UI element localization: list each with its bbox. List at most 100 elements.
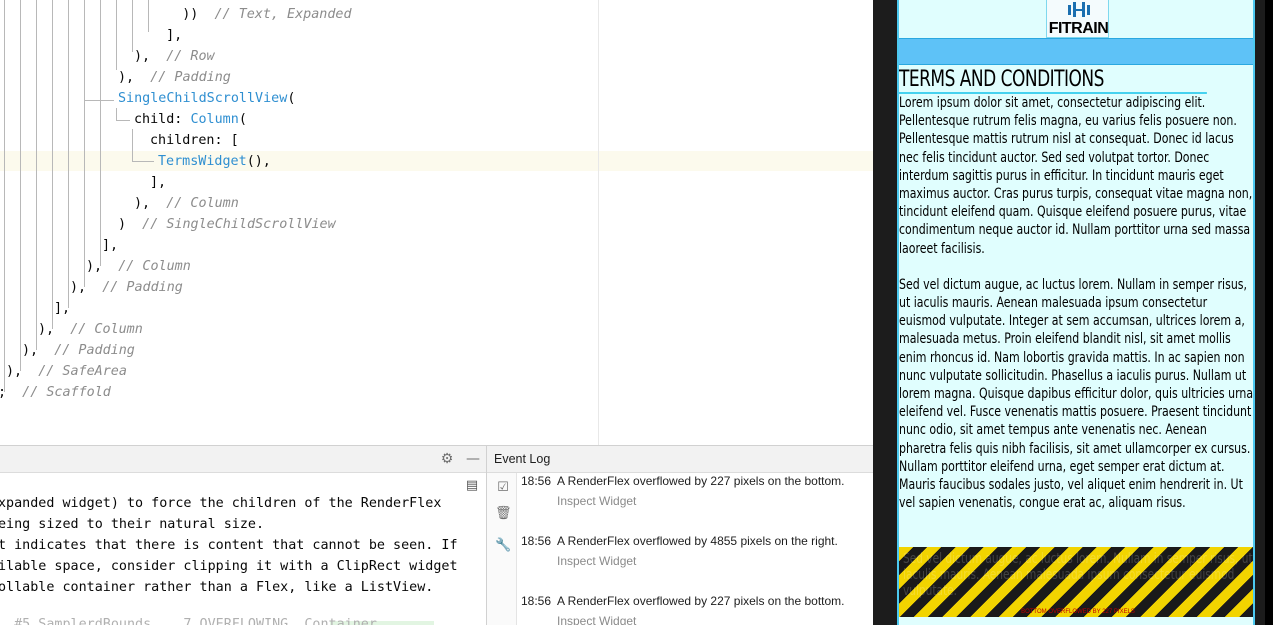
event-log-title: Event Log [494, 452, 551, 466]
code-text: children: [ [150, 133, 239, 148]
code-line: children: [ [150, 130, 239, 151]
indent-guide [100, 0, 101, 266]
log-entry: 18:56 A RenderFlex overflowed by 227 pix… [521, 594, 871, 625]
code-text: ], [150, 175, 167, 190]
current-line-highlight [0, 151, 873, 171]
code-line: TermsWidget(), [158, 151, 271, 172]
log-message: A RenderFlex overflowed by 227 pixels on… [557, 594, 845, 608]
code-comment: // Row [150, 49, 215, 64]
code-line: )) // Text, Expanded [150, 4, 352, 25]
log-time: 18:56 [521, 534, 552, 548]
overflow-warning-stripes: Sed vel dictum augue, ac luctus lorem. N… [899, 547, 1253, 617]
log-message: A RenderFlex overflowed by 4855 pixels o… [557, 534, 838, 548]
terms-paragraph: Sed vel dictum augue, ac luctus lorem. N… [899, 276, 1254, 512]
app-screen[interactable]: FITRAIN TERMS AND CONDITIONS Lorem ipsum… [897, 0, 1255, 625]
event-log-toolbar: ☑ 🗑 🔧 [487, 473, 517, 625]
code-comment: // Scaffold [6, 385, 111, 400]
terms-body[interactable]: Lorem ipsum dolor sit amet, consectetur … [899, 94, 1254, 530]
code-text: ], [150, 28, 183, 43]
run-console-panel[interactable]: ⚙ — ▤ xpanded widget) to force the child… [0, 445, 487, 625]
inspect-widget-link[interactable]: Inspect Widget [557, 494, 636, 508]
log-entry: 18:56 A RenderFlex overflowed by 227 pix… [521, 474, 871, 524]
code-text: ), [6, 364, 23, 379]
console-line: xpanded widget) to force the children of… [0, 496, 442, 511]
code-comment: // Column [102, 259, 191, 274]
wrench-icon[interactable]: 🔧 [495, 538, 511, 554]
indent-guide [4, 0, 5, 392]
widget-class-name[interactable]: Column [190, 112, 238, 127]
code-text: ), [86, 259, 103, 274]
gear-icon[interactable]: ⚙ [438, 450, 456, 468]
inspect-widget-link[interactable]: Inspect Widget [557, 614, 636, 625]
code-text: ), [38, 322, 55, 337]
log-time: 18:56 [521, 474, 552, 488]
layout-icon[interactable]: ▤ [462, 478, 482, 494]
right-margin-guide [598, 0, 599, 445]
code-comment: // Text, Expanded [198, 7, 352, 22]
dumbbell-icon [1068, 2, 1090, 17]
code-text: ), [134, 196, 151, 211]
code-text: ) [118, 217, 127, 232]
code-line: ], [54, 298, 70, 319]
console-line: ilable space, consider clipping it with … [0, 559, 458, 574]
indent-connector [84, 100, 114, 101]
code-line: ), // SafeArea [6, 361, 127, 382]
widget-class-name[interactable]: SingleChildScrollView [118, 91, 287, 106]
indent-guide [68, 0, 69, 308]
indent-guide [52, 0, 53, 329]
indent-connector [132, 161, 154, 162]
indent-guide [148, 0, 149, 32]
check-icon[interactable]: ☑ [495, 480, 511, 496]
code-line: ) // SingleChildScrollView [118, 214, 336, 235]
code-text: (), [246, 154, 271, 169]
overflow-clipped-text: Sed vel dictum augue, ac luctus lorem. N… [903, 551, 1253, 599]
console-line: ollable container rather than a Flex, li… [0, 580, 434, 595]
indent-guide [132, 0, 133, 52]
code-line: ), // Column [86, 256, 191, 277]
code-comment: // Padding [134, 70, 231, 85]
minimize-icon[interactable]: — [464, 450, 482, 468]
console-line: t indicates that there is content that c… [0, 538, 458, 553]
log-time: 18:56 [521, 594, 552, 608]
indent-guide [132, 129, 133, 162]
code-comment: // SingleChildScrollView [126, 217, 336, 232]
indent-guide [36, 0, 37, 350]
app-logo: FITRAIN [1046, 0, 1109, 38]
log-entry: 18:56 A RenderFlex overflowed by 4855 pi… [521, 534, 871, 584]
event-log-header: Event Log [487, 446, 873, 473]
code-comment: // Column [150, 196, 239, 211]
code-line: ], [150, 172, 166, 193]
indent-guide [20, 0, 21, 371]
code-line: ), // Padding [22, 340, 135, 361]
inspect-widget-link[interactable]: Inspect Widget [557, 554, 636, 568]
code-text: ), [70, 280, 87, 295]
code-line: SingleChildScrollView( [118, 88, 295, 109]
app-logo-text: FITRAIN [1048, 20, 1109, 37]
code-line: ), // Padding [70, 277, 183, 298]
code-comment: // Column [54, 322, 143, 337]
log-message: A RenderFlex overflowed by 227 pixels on… [557, 474, 845, 488]
code-text: ], [54, 301, 71, 316]
indent-connector [116, 120, 130, 121]
code-line: ], [150, 25, 182, 46]
widget-class-name[interactable]: TermsWidget [158, 154, 247, 169]
console-header: ⚙ — [0, 446, 486, 473]
code-line: ], [102, 235, 118, 256]
console-line: eing sized to their natural size. [0, 517, 265, 532]
indent-guide [116, 0, 117, 70]
event-log-panel[interactable]: Event Log ☑ 🗑 🔧 18:56 A RenderFlex overf… [487, 445, 873, 625]
code-punctuation: ( [238, 112, 247, 127]
code-text: ), [134, 49, 151, 64]
terms-paragraph: Lorem ipsum dolor sit amet, consectetur … [899, 95, 1253, 257]
code-text: )) [150, 7, 199, 22]
code-text: ), [118, 70, 135, 85]
code-line: ; // Scaffold [0, 382, 111, 403]
code-text: ], [102, 238, 119, 253]
console-line-faded: #5 SamplerdBounds... 7 OVERFLOWING Conta… [0, 617, 377, 625]
code-line: ), // Row [134, 46, 215, 67]
code-comment: // Padding [86, 280, 183, 295]
code-line: ), // Column [134, 193, 239, 214]
code-editor[interactable]: )) // Text, Expanded ], ), // Row ), // … [0, 0, 873, 445]
trash-icon[interactable]: 🗑 [495, 506, 512, 522]
code-line: ), // Column [38, 319, 143, 340]
